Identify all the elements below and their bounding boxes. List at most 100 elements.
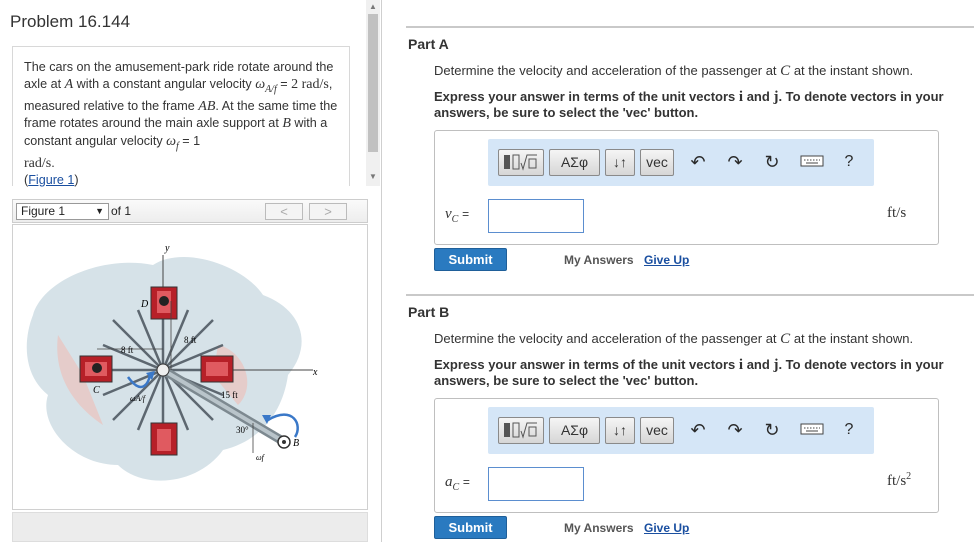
help-icon[interactable]: ?: [838, 419, 860, 443]
var-sub: C: [451, 214, 459, 225]
scroll-up-icon[interactable]: ▲: [369, 2, 377, 11]
figure-select-value: Figure 1: [21, 204, 66, 218]
car-right-seat: [206, 362, 228, 376]
instructions-text: Express your answer in terms of the unit…: [434, 357, 736, 372]
passenger-c: [92, 363, 102, 373]
figure-footer: [12, 512, 368, 542]
part-a-unit: ft/s: [887, 205, 907, 221]
reset-icon[interactable]: ↻: [761, 151, 783, 175]
undo-icon[interactable]: ↶: [687, 419, 709, 443]
part-b-var-label: aC =: [445, 474, 470, 493]
scroll-thumb[interactable]: [368, 14, 378, 152]
omega-sub: f: [176, 140, 179, 152]
problem-scrollbar[interactable]: ▲ ▼: [366, 0, 380, 186]
part-a-var-label: vC =: [445, 206, 469, 225]
mastering-window: Problem 16.144 The cars on the amusement…: [0, 0, 974, 542]
part-a-instructions: Express your answer in terms of the unit…: [434, 89, 964, 121]
var-main: v: [445, 206, 452, 222]
part-a-give-up-link[interactable]: Give Up: [644, 253, 689, 267]
statement-text: .: [51, 155, 55, 170]
var-sub: C: [452, 482, 460, 493]
redo-icon[interactable]: ↷: [724, 151, 746, 175]
template-icon: [504, 422, 537, 439]
redo-icon[interactable]: ↷: [724, 419, 746, 443]
math-toolbar: ΑΣφ ↓↑ vec ↶ ↷ ↻ ?: [488, 139, 874, 186]
part-b-instructions: Express your answer in terms of the unit…: [434, 357, 964, 389]
undo-icon[interactable]: ↶: [687, 151, 709, 175]
figure-select[interactable]: Figure 1 ▼: [16, 203, 109, 220]
part-a-question: Determine the velocity and acceleration …: [434, 63, 913, 80]
part-b-question: Determine the velocity and acceleration …: [434, 331, 913, 348]
amusement-ride-figure: y x D C B 8 ft 8 ft 15 ft 30° ωA/f ωf: [26, 243, 318, 481]
var-c: C: [780, 331, 791, 347]
figure-toolbar: Figure 1 ▼ of 1 < >: [12, 199, 368, 223]
keyboard-icon[interactable]: [799, 419, 825, 443]
equals: =: [462, 207, 470, 221]
part-b-unit: ft/s2: [887, 471, 911, 490]
label-15ft: 15 ft: [221, 390, 238, 400]
vec-button[interactable]: vec: [640, 149, 674, 176]
var-c: C: [780, 63, 791, 79]
var-main: a: [445, 474, 453, 490]
part-b-my-answers-link[interactable]: My Answers: [564, 521, 634, 535]
statement-text: with a constant angular velocity: [76, 77, 252, 92]
subscript-button[interactable]: ↓↑: [605, 149, 635, 176]
part-b-submit-button[interactable]: Submit: [434, 516, 507, 539]
help-icon[interactable]: ?: [838, 151, 860, 175]
math-toolbar: ΑΣφ ↓↑ vec ↶ ↷ ↻ ?: [488, 407, 874, 454]
part-b-answer-box: ΑΣφ ↓↑ vec ↶ ↷ ↻ ? aC = ft/s2: [434, 398, 939, 513]
label-8ft-a: 8 ft: [121, 345, 134, 355]
figure-count: of 1: [111, 204, 132, 218]
unit-text: ft/s: [887, 473, 907, 489]
scroll-down-icon[interactable]: ▼: [369, 172, 377, 181]
template-button[interactable]: [498, 149, 544, 176]
var-b: B: [282, 116, 291, 132]
equals: =: [462, 475, 470, 489]
label-omega-f: ωf: [256, 453, 266, 462]
label-omega-af: ωA/f: [130, 394, 147, 403]
part-b-give-up-link[interactable]: Give Up: [644, 521, 689, 535]
part-a-answer-input[interactable]: [488, 199, 584, 233]
part-a-answer-box: ΑΣφ ↓↑ vec ↶ ↷ ↻ ? vC = ft/s: [434, 130, 939, 245]
var-ab: AB: [198, 99, 216, 115]
unit-rad: rad/s: [301, 77, 329, 93]
divider: [406, 26, 974, 28]
equals: =: [280, 77, 288, 92]
part-a-submit-button[interactable]: Submit: [434, 248, 507, 271]
subscript-button[interactable]: ↓↑: [605, 417, 635, 444]
problem-statement: The cars on the amusement-park ride rota…: [12, 46, 350, 187]
problem-pane: Problem 16.144 The cars on the amusement…: [0, 0, 382, 542]
label-b: B: [293, 438, 299, 449]
instructions-text: Express your answer in terms of the unit…: [434, 89, 736, 104]
question-text: at the instant shown.: [793, 331, 914, 346]
greek-button[interactable]: ΑΣφ: [549, 417, 600, 444]
question-text: Determine the velocity and acceleration …: [434, 331, 777, 346]
label-y: y: [164, 243, 170, 254]
vec-button[interactable]: vec: [640, 417, 674, 444]
vec-i: i: [738, 89, 744, 105]
template-button[interactable]: [498, 417, 544, 444]
greek-button[interactable]: ΑΣφ: [549, 149, 600, 176]
chevron-down-icon: ▼: [95, 206, 104, 216]
value-1: = 1: [182, 133, 201, 148]
question-text: Determine the velocity and acceleration …: [434, 63, 777, 78]
template-icon: [504, 154, 537, 171]
instructions-text: and: [746, 357, 770, 372]
passenger-d: [159, 296, 169, 306]
part-a-my-answers-link[interactable]: My Answers: [564, 253, 634, 267]
hub-a: [156, 363, 170, 377]
next-figure-button[interactable]: >: [309, 203, 347, 220]
omega-sub: A/f: [265, 84, 277, 95]
reset-icon[interactable]: ↻: [761, 419, 783, 443]
problem-title: Problem 16.144: [10, 12, 131, 31]
label-c: C: [93, 385, 100, 396]
pivot-b-center: [282, 440, 286, 444]
part-a-title: Part A: [408, 36, 449, 52]
part-b-answer-input[interactable]: [488, 467, 584, 501]
prev-figure-button[interactable]: <: [265, 203, 303, 220]
unit-exponent: 2: [906, 471, 912, 482]
label-angle: 30°: [236, 425, 249, 435]
keyboard-icon[interactable]: [799, 151, 825, 175]
car-bottom-seat: [157, 429, 171, 451]
figure-link[interactable]: Figure 1: [28, 173, 74, 187]
